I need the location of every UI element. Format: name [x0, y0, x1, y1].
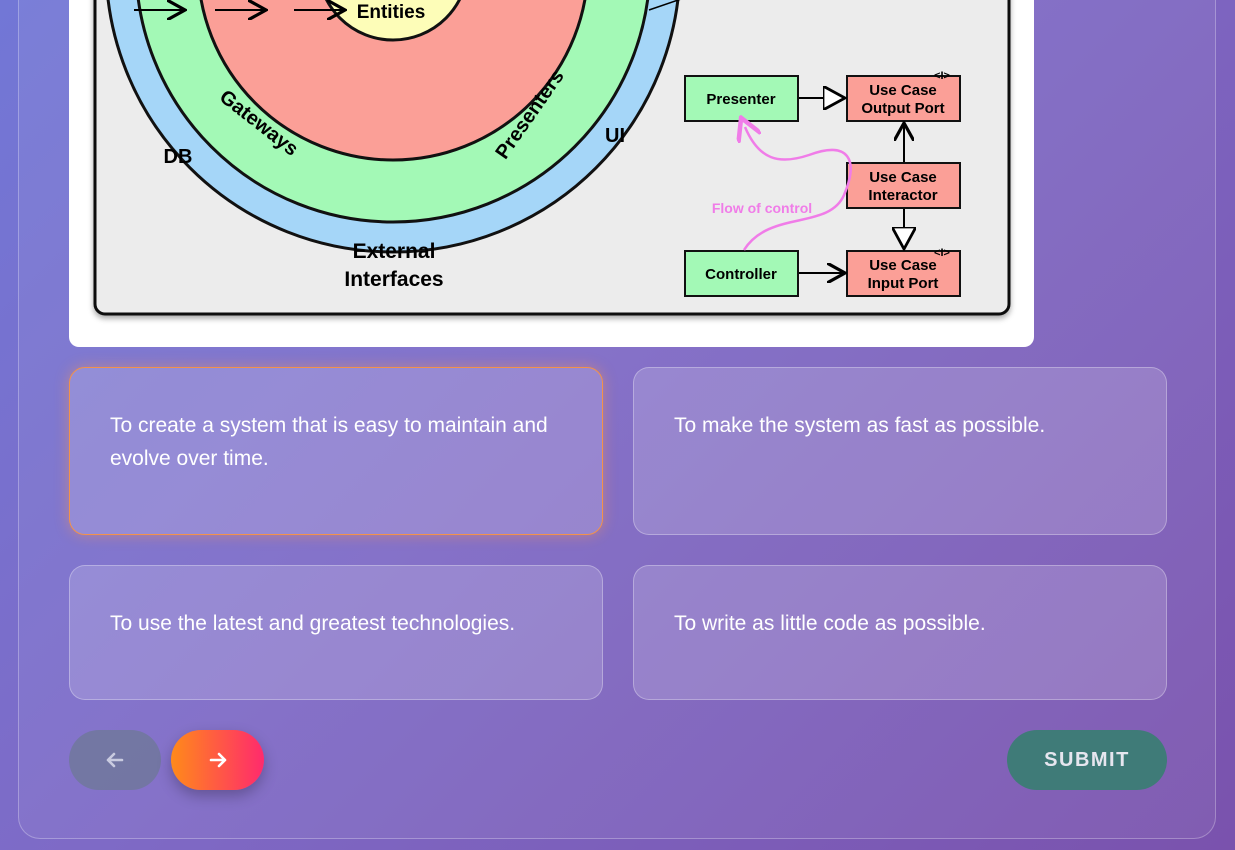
db-label: DB	[164, 146, 193, 168]
submit-button[interactable]: SUBMIT	[1007, 730, 1167, 790]
answer-option-text: To write as little code as possible.	[674, 612, 986, 635]
arrow-right-icon	[209, 752, 226, 768]
answer-option-a[interactable]: To create a system that is easy to maint…	[69, 367, 603, 535]
external-interfaces-label: Interfaces	[344, 268, 443, 291]
output-port-label: Use Case	[869, 82, 937, 99]
answer-option-b[interactable]: To make the system as fast as possible.	[633, 367, 1167, 535]
interactor-label: Use Case	[869, 169, 937, 186]
entities-label: Entities	[357, 2, 426, 23]
external-interfaces-label: External	[353, 240, 436, 263]
input-port-label: Use Case	[869, 257, 937, 274]
answer-option-text: To use the latest and greatest technolog…	[110, 612, 516, 635]
answer-option-d[interactable]: To write as little code as possible.	[633, 565, 1167, 700]
flow-of-control-label: Flow of control	[712, 200, 812, 216]
presenter-box-label: Presenter	[706, 91, 775, 108]
answer-option-text: To create a system that is easy to maint…	[110, 414, 548, 470]
input-port-label: Input Port	[868, 275, 939, 292]
interactor-label: Interactor	[868, 187, 937, 204]
clean-architecture-diagram: Entities Gateways Presenters UI DB Exter…	[69, 0, 1034, 347]
controller-box-label: Controller	[705, 266, 777, 283]
output-port-label: Output Port	[861, 100, 944, 117]
ui-label: UI	[605, 125, 625, 147]
next-button[interactable]	[171, 730, 264, 790]
interface-marker: <I>	[934, 247, 950, 259]
answer-option-c[interactable]: To use the latest and greatest technolog…	[69, 565, 603, 700]
arrow-left-icon	[106, 752, 124, 768]
answer-option-text: To make the system as fast as possible.	[674, 414, 1046, 437]
previous-button[interactable]	[69, 730, 161, 790]
interface-marker: <I>	[934, 70, 950, 82]
